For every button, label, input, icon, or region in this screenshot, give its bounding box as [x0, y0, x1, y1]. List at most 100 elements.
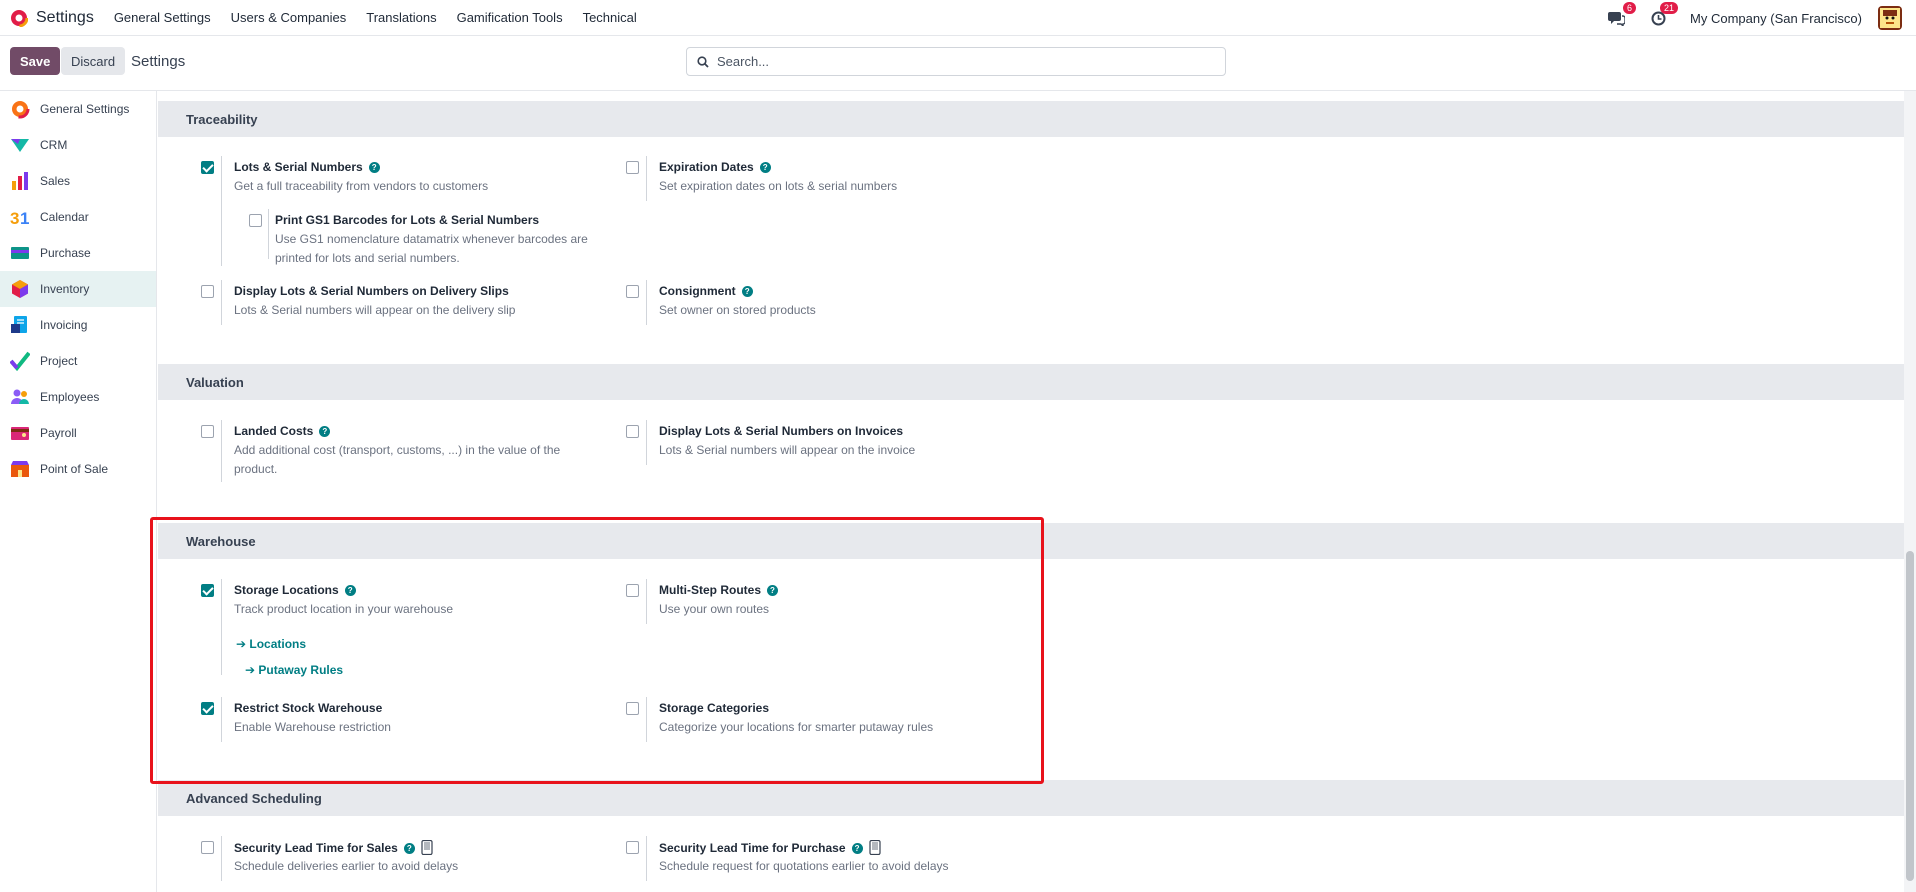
scrollbar-thumb[interactable] — [1906, 551, 1914, 881]
activities-button[interactable]: 21 — [1648, 2, 1679, 28]
divider — [268, 209, 269, 259]
user-avatar[interactable] — [1878, 6, 1902, 30]
discard-button[interactable]: Discard — [61, 47, 126, 75]
employees-app-icon — [11, 389, 29, 404]
mobile-device-icon — [868, 840, 881, 855]
setting-title: Display Lots & Serial Numbers on Deliver… — [234, 284, 509, 298]
project-app-icon — [10, 351, 30, 371]
sidebar-item-label: Calendar — [40, 210, 89, 224]
sales-app-icon — [12, 172, 28, 190]
setting-desc: Add additional cost (transport, customs,… — [234, 443, 561, 476]
invoicing-app-icon — [11, 316, 27, 333]
messages-button[interactable]: 6 — [1606, 2, 1637, 28]
setting-title: Consignment? — [659, 284, 753, 298]
gs1-barcodes-checkbox[interactable] — [249, 214, 262, 227]
activities-badge: 21 — [1660, 2, 1679, 14]
sidebar-item-label: General Settings — [40, 102, 130, 116]
setting-desc: Lots & Serial numbers will appear on the… — [659, 443, 916, 457]
chat-icon — [1607, 11, 1625, 26]
divider — [221, 156, 222, 266]
sidebar-item-label: Employees — [40, 390, 100, 404]
inventory-app-icon — [12, 280, 28, 298]
setting-title-text: Expiration Dates — [659, 160, 754, 174]
setting-desc: Use GS1 nomenclature datamatrix whenever… — [275, 232, 588, 265]
setting-desc: Schedule deliveries earlier to avoid del… — [234, 859, 459, 873]
lead-time-purchase-checkbox[interactable] — [626, 841, 639, 854]
section-title: Advanced Scheduling — [186, 791, 322, 806]
sidebar-item-label: Payroll — [40, 426, 77, 440]
search-icon — [697, 55, 709, 68]
section-header-traceability: Traceability — [158, 101, 1904, 137]
help-icon[interactable]: ? — [368, 162, 380, 173]
setting-title-text: Security Lead Time for Purchase — [659, 841, 846, 855]
lots-serial-checkbox[interactable] — [201, 161, 214, 174]
setting-title-text: Landed Costs — [234, 424, 314, 438]
setting-desc: Schedule request for quotations earlier … — [659, 859, 949, 873]
systray: 6 21 My Company (San Francisco) — [1606, 0, 1902, 36]
search-box[interactable] — [686, 47, 1226, 76]
setting-title: Security Lead Time for Sales? — [234, 840, 433, 855]
menu-users-companies[interactable]: Users & Companies — [231, 10, 347, 25]
divider — [646, 836, 647, 881]
help-icon[interactable]: ? — [319, 426, 331, 437]
landed-costs-checkbox[interactable] — [201, 425, 214, 438]
divider — [221, 280, 222, 325]
setting-title: Expiration Dates? — [659, 160, 771, 174]
sidebar-item-invoicing[interactable]: Invoicing — [0, 307, 156, 343]
odoo-logo-icon[interactable] — [10, 8, 28, 27]
mobile-device-icon — [421, 840, 433, 855]
sidebar-item-inventory[interactable]: Inventory — [0, 271, 156, 307]
sidebar-item-label: Sales — [40, 174, 71, 188]
consignment-checkbox[interactable] — [626, 285, 639, 298]
sidebar-item-general-settings[interactable]: General Settings — [0, 91, 156, 127]
expiration-dates-checkbox[interactable] — [626, 161, 639, 174]
sidebar-item-label: CRM — [40, 138, 68, 152]
save-button[interactable]: Save — [10, 47, 61, 75]
sidebar-item-label: Inventory — [40, 282, 90, 296]
help-icon[interactable]: ? — [741, 286, 753, 297]
setting-desc: Set expiration dates on lots & serial nu… — [659, 179, 898, 193]
menu-technical[interactable]: Technical — [583, 10, 637, 25]
page-title: Settings — [131, 53, 186, 70]
brand: Settings — [0, 8, 114, 27]
divider — [646, 280, 647, 325]
sidebar-item-employees[interactable]: Employees — [0, 379, 156, 415]
setting-title-text: Security Lead Time for Sales — [234, 841, 398, 855]
section-title: Valuation — [186, 375, 244, 390]
search-input[interactable] — [717, 54, 1197, 69]
sidebar-item-purchase[interactable]: Purchase — [0, 235, 156, 271]
sidebar-item-label: Invoicing — [40, 318, 88, 332]
setting-title: Print GS1 Barcodes for Lots & Serial Num… — [275, 213, 540, 227]
menu-translations[interactable]: Translations — [366, 10, 436, 25]
setting-title: Security Lead Time for Purchase? — [659, 840, 881, 855]
section-header-advanced-scheduling: Advanced Scheduling — [158, 780, 1904, 816]
sidebar-item-sales[interactable]: Sales — [0, 163, 156, 199]
help-icon[interactable]: ? — [403, 843, 415, 854]
menu-general-settings[interactable]: General Settings — [114, 10, 211, 25]
display-invoices-checkbox[interactable] — [626, 425, 639, 438]
sidebar-item-point-of-sale[interactable]: Point of Sale — [0, 451, 156, 487]
sidebar-item-project[interactable]: Project — [0, 343, 156, 379]
sidebar-item-label: Purchase — [40, 246, 91, 260]
setting-desc: Set owner on stored products — [659, 303, 816, 317]
setting-title: Display Lots & Serial Numbers on Invoice… — [659, 424, 904, 438]
scrollbar[interactable] — [1904, 91, 1916, 892]
calendar-app-icon: 31 — [10, 209, 29, 227]
sidebar-item-payroll[interactable]: Payroll — [0, 415, 156, 451]
settings-app-icon — [10, 99, 30, 119]
sidebar-item-label: Point of Sale — [40, 462, 109, 476]
help-icon[interactable]: ? — [851, 843, 863, 854]
warehouse-highlight-box — [150, 517, 1044, 784]
sidebar-item-crm[interactable]: CRM — [0, 127, 156, 163]
setting-title-text: Lots & Serial Numbers — [234, 160, 363, 174]
app-name[interactable]: Settings — [36, 9, 94, 27]
setting-title: Landed Costs? — [234, 424, 331, 438]
company-switcher[interactable]: My Company (San Francisco) — [1690, 11, 1862, 26]
menu-gamification-tools[interactable]: Gamification Tools — [457, 10, 563, 25]
purchase-app-icon — [11, 247, 29, 259]
lead-time-sales-checkbox[interactable] — [201, 841, 214, 854]
sidebar-item-calendar[interactable]: 31 Calendar — [0, 199, 156, 235]
help-icon[interactable]: ? — [759, 162, 771, 173]
sidebar-item-label: Project — [40, 354, 78, 368]
display-slips-checkbox[interactable] — [201, 285, 214, 298]
